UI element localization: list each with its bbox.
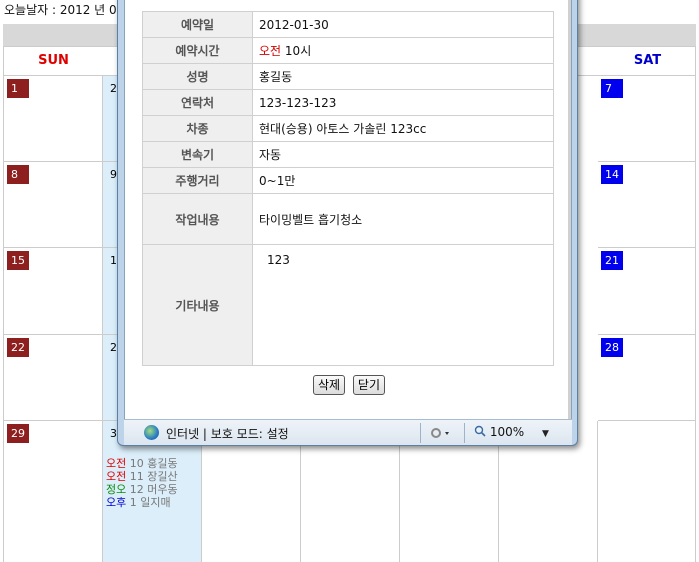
reservation-detail-table: 예약일 2012-01-30 예약시간 오전 10시 성명 홍길동 연락처 12…: [142, 11, 554, 366]
field-label: 성명: [142, 63, 253, 90]
table-row: 주행거리 0~1만: [142, 167, 554, 194]
day-cell[interactable]: 21: [598, 248, 696, 335]
day-events-list: 오전 10 홍길동 오전 11 장길산 정오 12 머우동 오후 1 일지매: [106, 457, 178, 509]
weekday-sat: SAT: [633, 53, 662, 68]
field-value: 0~1만: [252, 167, 554, 194]
field-label: 예약시간: [142, 37, 253, 64]
table-row: 예약일 2012-01-30: [142, 11, 554, 38]
field-value: 2012-01-30: [252, 11, 554, 38]
day-number: 28: [601, 338, 623, 357]
table-row: 기타내용 123: [142, 244, 554, 366]
delete-button[interactable]: 삭제: [312, 375, 346, 395]
popup-button-bar: 삭제 닫기: [125, 375, 573, 395]
day-number: 29: [7, 424, 29, 443]
day-number: 21: [601, 251, 623, 270]
day-cell[interactable]: 22: [4, 335, 103, 421]
field-value: 오전 10시: [252, 37, 554, 64]
close-button[interactable]: 닫기: [352, 375, 385, 395]
ampm-label: 오전: [259, 44, 282, 58]
security-zone-label: 인터넷 | 보호 모드: 설정: [166, 427, 289, 441]
zoom-control[interactable]: 100% ▼: [474, 425, 549, 439]
popup-content: 예약일 2012-01-30 예약시간 오전 10시 성명 홍길동 연락처 12…: [124, 0, 572, 433]
table-row: 작업내용 타이밍벨트 흡기청소: [142, 193, 554, 245]
table-row: 연락처 123-123-123: [142, 89, 554, 116]
event-item[interactable]: 오전 11 장길산: [106, 470, 178, 483]
day-number: 14: [601, 165, 623, 184]
field-label: 주행거리: [142, 167, 253, 194]
day-number: 15: [7, 251, 29, 270]
table-row: 예약시간 오전 10시: [142, 37, 554, 64]
day-cell[interactable]: 15: [4, 248, 103, 335]
screen: { "calendar": { "today_label": "오늘날자 : 2…: [0, 0, 699, 562]
day-number: 8: [7, 165, 29, 184]
magnifier-icon: [474, 425, 486, 437]
field-label: 변속기: [142, 141, 253, 168]
field-value: 123-123-123: [252, 89, 554, 116]
status-separator: [464, 423, 465, 443]
field-label: 작업내용: [142, 193, 253, 245]
field-label: 차종: [142, 115, 253, 142]
field-value: 홍길동: [252, 63, 554, 90]
event-item[interactable]: 오전 10 홍길동: [106, 457, 178, 470]
protected-mode-icon[interactable]: [430, 425, 452, 440]
browser-status-bar: 인터넷 | 보호 모드: 설정 100% ▼: [124, 419, 572, 445]
table-row: 변속기 자동: [142, 141, 554, 168]
day-cell[interactable]: 7: [598, 76, 696, 162]
reservation-popup-window: 예약일 2012-01-30 예약시간 오전 10시 성명 홍길동 연락처 12…: [117, 0, 578, 446]
day-cell[interactable]: 28: [598, 335, 696, 421]
event-item[interactable]: 오후 1 일지매: [106, 496, 178, 509]
field-value: 자동: [252, 141, 554, 168]
field-value: 타이밍벨트 흡기청소: [252, 193, 554, 245]
day-cell[interactable]: 29: [4, 421, 103, 562]
scrollbar[interactable]: [568, 0, 571, 432]
table-row: 성명 홍길동: [142, 63, 554, 90]
today-date-label: 오늘날자 : 2012 년 01: [4, 3, 125, 17]
field-value: 현대(승용) 아토스 가솔린 123cc: [252, 115, 554, 142]
zoom-level: 100%: [489, 425, 525, 439]
day-number: 22: [7, 338, 29, 357]
day-cell[interactable]: [598, 421, 696, 562]
day-cell[interactable]: 1: [4, 76, 103, 162]
field-label: 연락처: [142, 89, 253, 116]
chevron-down-icon[interactable]: ▼: [542, 429, 549, 439]
day-number: 7: [601, 79, 623, 98]
field-label: 기타내용: [142, 244, 253, 366]
event-item[interactable]: 정오 12 머우동: [106, 483, 178, 496]
status-separator: [420, 423, 421, 443]
globe-icon: [144, 425, 159, 440]
gear-icon: [431, 428, 449, 438]
day-cell[interactable]: 14: [598, 162, 696, 248]
field-label: 예약일: [142, 11, 253, 38]
day-cell[interactable]: 8: [4, 162, 103, 248]
field-value: 123: [252, 244, 554, 366]
day-number: 1: [7, 79, 29, 98]
table-row: 차종 현대(승용) 아토스 가솔린 123cc: [142, 115, 554, 142]
weekday-sun: SUN: [38, 53, 69, 68]
